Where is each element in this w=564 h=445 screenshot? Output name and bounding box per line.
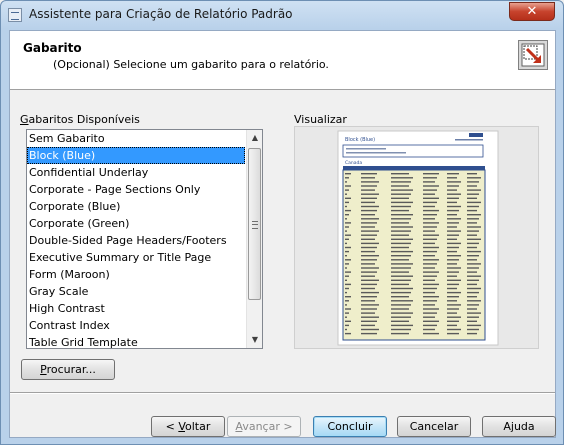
- app-icon: [8, 8, 22, 22]
- finish-button[interactable]: Concluir: [313, 416, 387, 437]
- preview-doc-title: Block (Blue): [345, 137, 375, 143]
- templates-scrollbar[interactable]: ▲ ▼: [246, 130, 262, 348]
- next-button[interactable]: Avançar >: [227, 416, 301, 437]
- scroll-thumb[interactable]: [248, 148, 261, 300]
- list-item[interactable]: Contrast Index: [27, 317, 245, 334]
- wizard-client-area: Gabarito (Opcional) Selecione um gabarit…: [9, 30, 556, 438]
- list-item[interactable]: Corporate (Blue): [27, 198, 245, 215]
- list-item[interactable]: Table Grid Template: [27, 334, 245, 348]
- preview-label: Visualizar: [294, 113, 347, 126]
- list-item[interactable]: High Contrast: [27, 300, 245, 317]
- template-wizard-icon: [518, 40, 548, 70]
- wizard-window: Assistente para Criação de Relatório Pad…: [0, 0, 564, 445]
- window-title: Assistente para Criação de Relatório Pad…: [29, 7, 293, 21]
- list-item[interactable]: Gray Scale: [27, 283, 245, 300]
- wizard-header: Gabarito (Opcional) Selecione um gabarit…: [10, 31, 555, 90]
- list-item[interactable]: Sem Gabarito: [27, 130, 245, 147]
- preview-group-label: Canada: [345, 160, 362, 166]
- preview-page: Block (Blue) Canada: [337, 130, 499, 346]
- list-item[interactable]: Form (Maroon): [27, 266, 245, 283]
- step-subtitle: (Opcional) Selecione um gabarito para o …: [53, 58, 329, 71]
- list-item[interactable]: Executive Summary or Title Page: [27, 249, 245, 266]
- list-item[interactable]: Double-Sided Page Headers/Footers: [27, 232, 245, 249]
- templates-label: Gabaritos Disponíveis: [20, 113, 140, 126]
- browse-button[interactable]: Procurar...: [21, 359, 115, 380]
- list-item[interactable]: Block (Blue): [27, 147, 245, 164]
- list-item[interactable]: Corporate (Green): [27, 215, 245, 232]
- step-title: Gabarito: [23, 41, 82, 55]
- help-button[interactable]: Ajuda: [482, 416, 556, 437]
- back-button[interactable]: < Voltar: [151, 416, 225, 437]
- templates-listbox[interactable]: Sem Gabarito Block (Blue) Confidential Und…: [26, 129, 263, 349]
- cancel-button[interactable]: Cancelar: [397, 416, 471, 437]
- list-item[interactable]: Confidential Underlay: [27, 164, 245, 181]
- list-item[interactable]: Corporate - Page Sections Only: [27, 181, 245, 198]
- footer-separator: [10, 392, 555, 394]
- title-bar[interactable]: Assistente para Criação de Relatório Pad…: [1, 1, 563, 29]
- template-preview: Block (Blue) Canada: [294, 126, 539, 349]
- scroll-up-icon[interactable]: ▲: [247, 130, 262, 146]
- scroll-down-icon[interactable]: ▼: [247, 332, 262, 348]
- close-button[interactable]: ✕: [509, 2, 555, 21]
- templates-list: Sem Gabarito Block (Blue) Confidential Und…: [27, 130, 245, 348]
